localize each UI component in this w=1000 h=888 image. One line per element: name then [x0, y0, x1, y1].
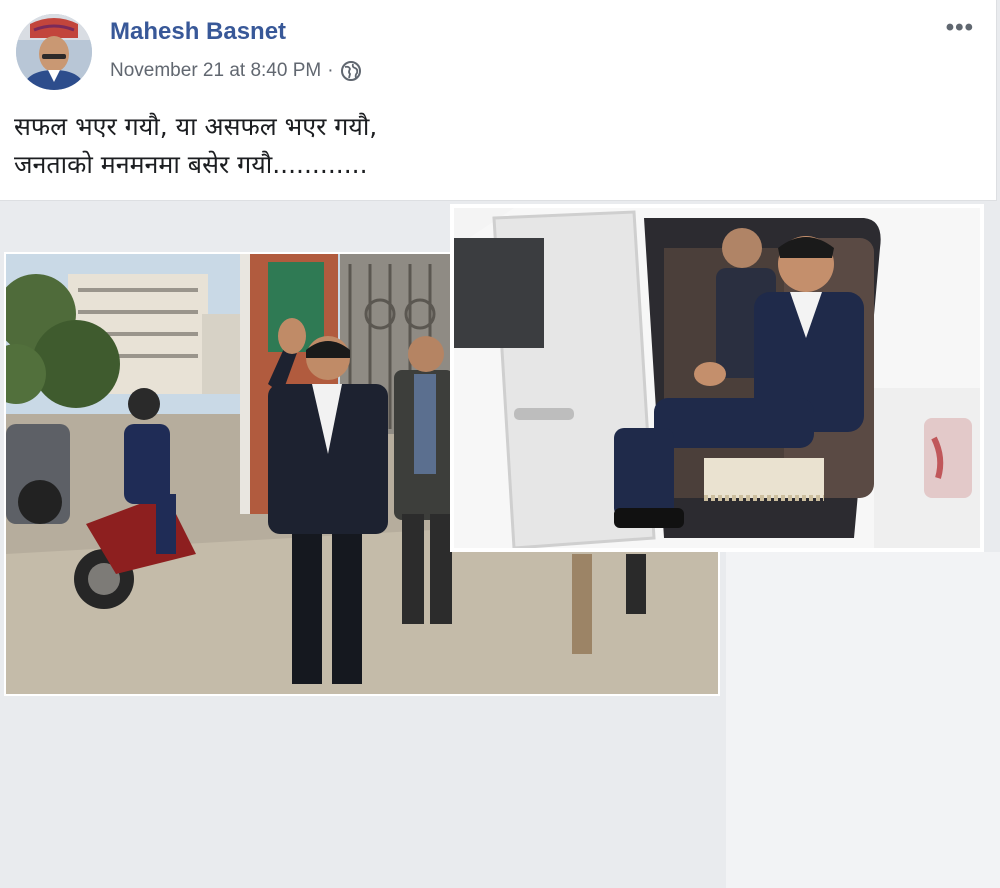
post-meta: November 21 at 8:40 PM · [110, 60, 362, 82]
post-text-line: जनताको मनमनमा बसेर गयौ............ [14, 150, 368, 179]
post-timestamp[interactable]: November 21 at 8:40 PM [110, 60, 321, 82]
post-text: सफल भएर गयौ, या असफल भएर गयौ, जनताको मनम… [14, 108, 974, 184]
avatar-image [16, 14, 92, 90]
author-name[interactable]: Mahesh Basnet [110, 18, 286, 46]
post-text-line: सफल भएर गयौ, या असफल भएर गयौ, [14, 112, 378, 141]
post-card: Mahesh Basnet November 21 at 8:40 PM · •… [0, 0, 997, 201]
post-photo-car[interactable] [450, 204, 984, 552]
avatar[interactable] [16, 14, 92, 90]
collage-background [726, 552, 1000, 888]
more-options-button[interactable]: ••• [946, 14, 974, 42]
globe-icon[interactable] [340, 60, 362, 82]
meta-separator: · [327, 60, 334, 81]
photo-collage [0, 200, 1000, 888]
